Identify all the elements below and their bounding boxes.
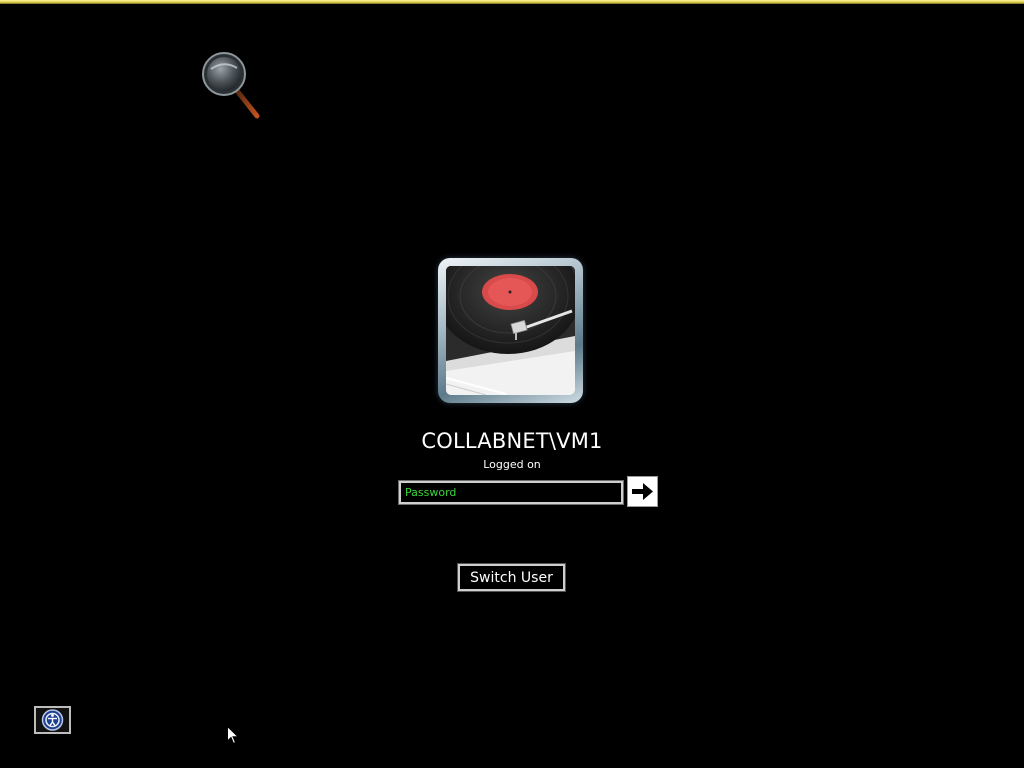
user-status: Logged on — [483, 458, 541, 471]
arrow-right-icon — [632, 483, 653, 500]
user-name: COLLABNET\VM1 — [421, 429, 603, 453]
submit-button[interactable] — [627, 476, 658, 507]
magnifier-icon[interactable] — [200, 50, 264, 122]
ease-of-access-button[interactable] — [34, 706, 71, 734]
user-tile-picture — [446, 266, 575, 395]
logon-screen: COLLABNET\VM1 Logged on Switch User — [0, 0, 1024, 768]
top-strip — [0, 0, 1024, 4]
switch-user-button[interactable]: Switch User — [457, 563, 566, 592]
password-input[interactable] — [398, 480, 624, 505]
mouse-cursor — [227, 725, 240, 745]
user-tile-frame — [438, 258, 583, 403]
ease-of-access-icon — [36, 708, 69, 732]
